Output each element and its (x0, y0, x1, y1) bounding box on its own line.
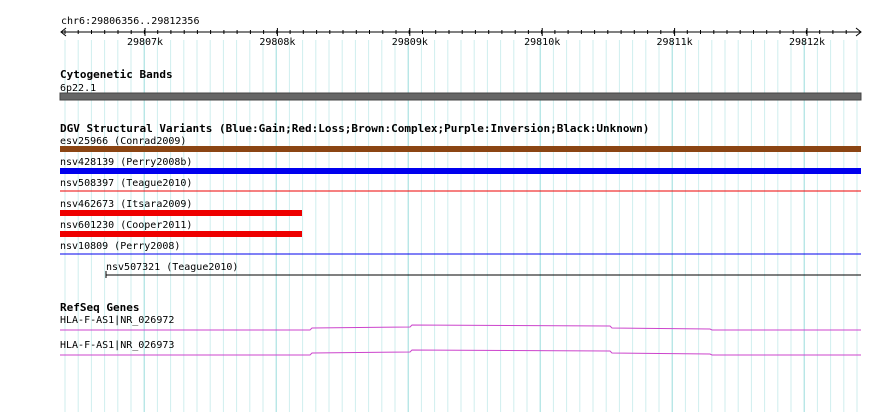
dgv-feature-label: esv25966 (Conrad2009) (60, 136, 186, 147)
ruler-tick-label: 29810k (524, 37, 560, 48)
cytoband-bar[interactable] (59, 92, 862, 101)
dgv-feature-label: nsv10809 (Perry2008) (60, 241, 180, 252)
gene-label: HLA-F-AS1|NR_026973 (60, 340, 174, 351)
dgv-feature-label: nsv507321 (Teague2010) (106, 262, 238, 273)
dgv-feature-label: nsv508397 (Teague2010) (60, 178, 192, 189)
dgv-feature-bar[interactable] (60, 168, 861, 174)
position-label: chr6:29806356..29812356 (61, 16, 199, 27)
cytoband-label: 6p22.1 (60, 83, 96, 94)
genome-browser-view: chr6:29806356..29812356 29807k 29808k 2980… (59, 16, 862, 412)
gene-label: HLA-F-AS1|NR_026972 (60, 315, 174, 326)
ruler-tick-label: 29809k (392, 37, 428, 48)
dgv-feature-bar[interactable] (60, 210, 302, 216)
dgv-feature-bar[interactable] (60, 231, 302, 237)
ruler-tick-label: 29808k (259, 37, 295, 48)
ruler-tick-label: 29811k (657, 37, 693, 48)
dgv-feature-label: nsv601230 (Cooper2011) (60, 220, 192, 231)
track-title-refseq: RefSeq Genes (60, 301, 139, 314)
track-title-cytoband: Cytogenetic Bands (60, 68, 173, 81)
ruler-tick-label: 29807k (127, 37, 163, 48)
ruler-tick-label: 29812k (789, 37, 825, 48)
dgv-feature-bar[interactable] (60, 146, 861, 152)
dgv-feature-label: nsv428139 (Perry2008b) (60, 157, 192, 168)
dgv-feature-label: nsv462673 (Itsara2009) (60, 199, 192, 210)
track-title-dgv: DGV Structural Variants (Blue:Gain;Red:L… (60, 122, 649, 135)
